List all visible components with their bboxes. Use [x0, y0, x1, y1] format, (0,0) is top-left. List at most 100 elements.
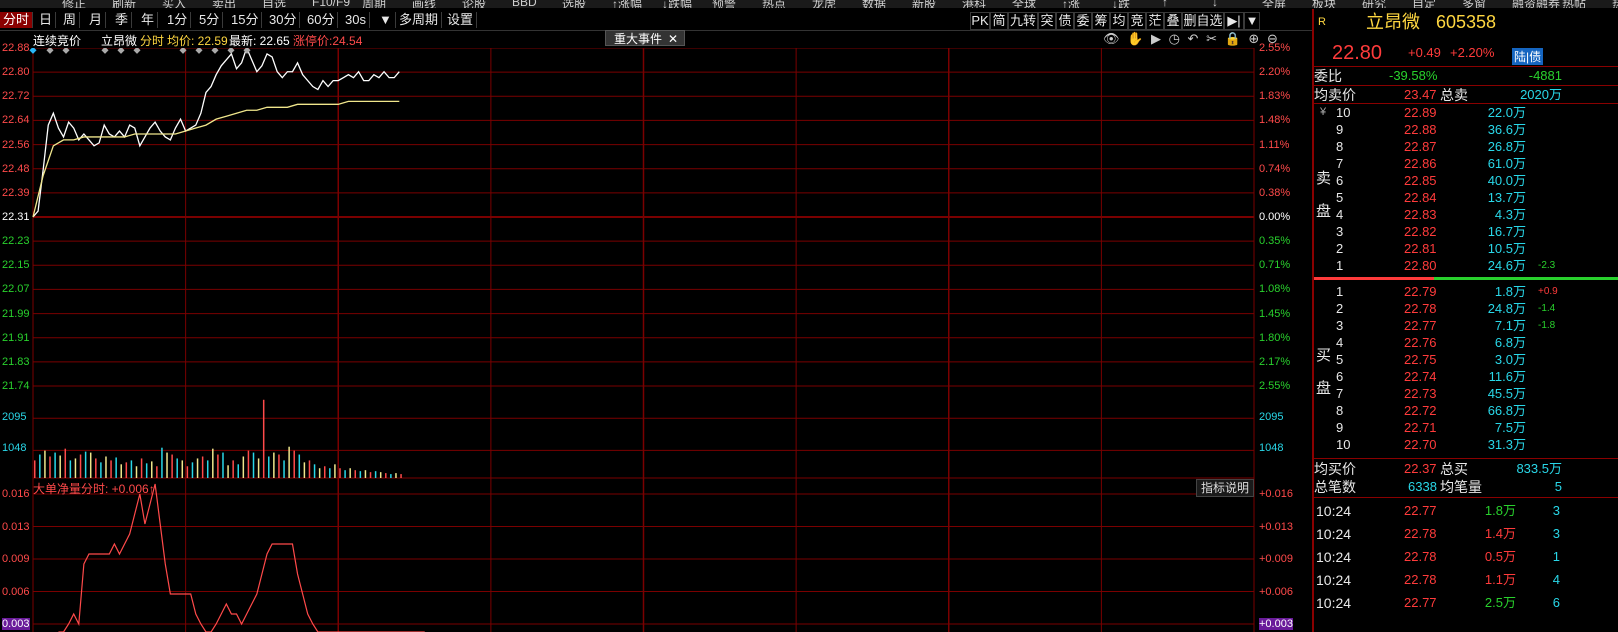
top-menu-item[interactable]: 研究 — [1362, 0, 1386, 8]
chart-tool-button[interactable]: 均 — [1110, 12, 1128, 30]
top-menu-item[interactable]: F10/F9 — [312, 0, 350, 8]
top-menu-item[interactable]: 融资融券 — [1512, 0, 1560, 8]
top-menu-item[interactable]: 买入 — [162, 0, 186, 8]
avg-sell-label: 均卖价 — [1314, 87, 1356, 103]
period-tab[interactable]: ▼ — [376, 12, 396, 28]
volume-bar — [105, 456, 107, 478]
period-tab[interactable]: 年 — [138, 12, 159, 28]
top-menu-item[interactable]: 数据 — [862, 0, 886, 8]
top-menu-item[interactable]: 热点 — [762, 0, 786, 8]
top-menu-item[interactable]: 论股 — [462, 0, 486, 8]
chart-tool-button[interactable]: 简 — [990, 12, 1008, 30]
chart-tool-button[interactable]: 九转 — [1008, 12, 1038, 30]
chart-tool-button[interactable]: 突 — [1038, 12, 1056, 30]
top-menu-item[interactable]: ↓ — [1212, 0, 1218, 8]
chart-tool-button[interactable]: 委 — [1074, 12, 1092, 30]
period-tab[interactable]: 设置 — [444, 12, 478, 28]
period-tab[interactable]: 60分 — [304, 12, 339, 28]
top-menu-item[interactable]: 龙虎 — [812, 0, 836, 8]
top-menu-item[interactable]: 周期 — [362, 0, 386, 8]
top-menu-item[interactable]: 选股 — [562, 0, 586, 8]
hand-icon[interactable]: ✋ — [1127, 31, 1143, 46]
level-price: 22.86 — [1404, 156, 1437, 171]
level-price: 22.72 — [1404, 403, 1437, 418]
period-tab[interactable]: 季 — [112, 12, 133, 28]
zoom-in-icon[interactable]: ⊕ — [1248, 31, 1259, 46]
top-menu-item[interactable]: 多窗 — [1462, 0, 1486, 8]
major-event-tag[interactable]: 重大事件 ✕ — [605, 30, 685, 46]
clock-icon[interactable]: ◷ — [1169, 31, 1180, 46]
top-menu-item[interactable]: ↑涨 — [1062, 0, 1080, 8]
event-marker — [133, 48, 141, 54]
chart-tool-button[interactable]: PK — [970, 12, 990, 30]
play-icon[interactable]: ▶ — [1151, 31, 1161, 46]
top-menu-item[interactable]: ↓跌幅 — [662, 0, 692, 8]
total-buy-label: 总买 — [1440, 461, 1468, 477]
bid-ask-divider — [1314, 277, 1434, 280]
chart-tool-button[interactable]: 茫 — [1146, 12, 1164, 30]
period-tab[interactable]: 5分 — [196, 12, 224, 28]
mode-label: 分时 — [140, 34, 165, 48]
chart-tool-button[interactable]: 竞 — [1128, 12, 1146, 30]
top-menu-item[interactable]: 自定 — [1412, 0, 1436, 8]
chart-tool-button[interactable]: 删自选 — [1182, 12, 1224, 30]
period-tab[interactable]: 周 — [60, 12, 81, 28]
price-line — [32, 48, 400, 218]
level-number: 10 — [1336, 437, 1351, 452]
top-menu-item[interactable]: 热榜 — [1612, 0, 1618, 8]
period-tab[interactable]: 15分 — [228, 12, 263, 28]
volume-bar — [395, 473, 397, 478]
level-number: 2 — [1336, 241, 1344, 256]
top-menu-item[interactable]: 刷新 — [112, 0, 136, 8]
scissors-icon[interactable]: ✂ — [1206, 31, 1217, 46]
level-price: 22.83 — [1404, 207, 1437, 222]
tick-volume: 1.8万 — [1484, 503, 1516, 518]
period-tab[interactable]: 日 — [36, 12, 57, 28]
period-tab[interactable]: 分时 — [0, 12, 34, 28]
top-menu-item[interactable]: 板块 — [1312, 0, 1336, 8]
top-menu-item[interactable]: 新股 — [912, 0, 936, 8]
chart-tool-button[interactable]: ▶| — [1224, 12, 1244, 30]
chart-tool-button[interactable]: 叠 — [1164, 12, 1182, 30]
period-tab[interactable]: 1分 — [164, 12, 192, 28]
zoom-out-icon[interactable]: ⊖ — [1267, 31, 1278, 46]
period-tab[interactable]: 多周期 — [396, 12, 443, 28]
level-price: 22.88 — [1404, 122, 1437, 137]
undo-icon[interactable]: ↶ — [1188, 31, 1199, 46]
volume-bar — [242, 456, 245, 478]
stock-name-label: 立昂微 — [101, 34, 138, 48]
period-tab[interactable]: 30s — [342, 12, 370, 28]
period-tab[interactable]: 月 — [86, 12, 107, 28]
level-volume: 24.8万 — [1487, 301, 1526, 316]
top-menu-item[interactable]: BBD — [512, 0, 537, 8]
top-menu-item[interactable]: 热帖 — [1562, 0, 1586, 8]
period-tab[interactable]: 30分 — [266, 12, 301, 28]
top-menu-item[interactable]: ↓跌 — [1112, 0, 1130, 8]
chart-tool-button[interactable]: 债 — [1056, 12, 1074, 30]
level-volume: 45.5万 — [1487, 386, 1526, 401]
top-menu-item[interactable]: 自选 — [262, 0, 286, 8]
top-menu-item[interactable]: ↑涨幅 — [612, 0, 642, 8]
level-number: 6 — [1336, 369, 1344, 384]
volume-bar — [130, 460, 133, 478]
price-change-pct: +2.20% — [1450, 45, 1495, 60]
level-price: 22.87 — [1404, 139, 1437, 154]
top-menu-item[interactable]: 卖出 — [212, 0, 236, 8]
lock-icon[interactable]: 🔒 — [1225, 31, 1241, 46]
top-menu-item[interactable]: 画线 — [412, 0, 436, 8]
top-menu-item[interactable]: 修正 — [62, 0, 86, 8]
intraday-chart[interactable] — [0, 48, 1312, 632]
top-menu-item[interactable]: 港科 — [962, 0, 986, 8]
top-menu-item[interactable]: 全球 — [1012, 0, 1036, 8]
event-marker — [211, 48, 219, 54]
top-menu-item[interactable]: 全屏 — [1262, 0, 1286, 8]
indicator-help-button[interactable]: 指标说明 — [1196, 479, 1254, 497]
tick-price: 22.78 — [1404, 526, 1437, 541]
top-menu-item[interactable]: 预警 — [712, 0, 736, 8]
chart-tool-button[interactable]: ▼ — [1244, 12, 1260, 30]
eye-icon[interactable]: 👁 — [1103, 31, 1120, 46]
level-price: 22.80 — [1404, 258, 1437, 273]
chart-tool-button[interactable]: 筹 — [1092, 12, 1110, 30]
top-menu-item[interactable]: ↑ — [1162, 0, 1168, 8]
close-icon[interactable]: ✕ — [668, 31, 678, 47]
